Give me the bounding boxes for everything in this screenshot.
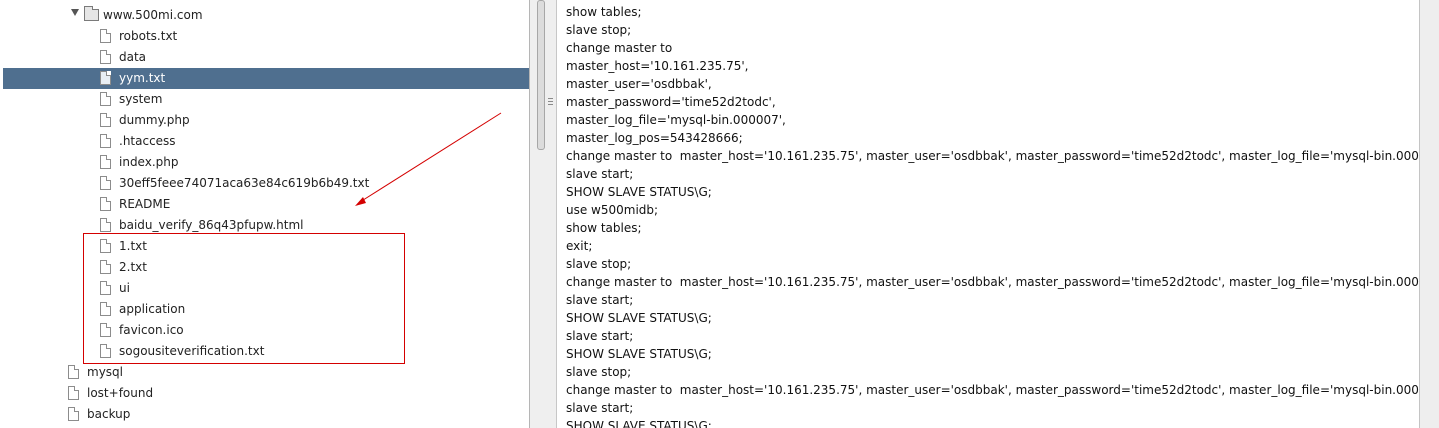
code-line: slave stop;	[566, 257, 632, 271]
code-line: master_log_file='mysql-bin.000007',	[566, 113, 786, 127]
code-line: show tables;	[566, 221, 642, 235]
divider-grip	[548, 101, 553, 102]
code-line: slave stop;	[566, 365, 632, 379]
code-line: SHOW SLAVE STATUS\G;	[566, 347, 712, 361]
file-tree: www.500mi.com robots.txt data yym.txt syste…	[0, 0, 529, 428]
code-line: master_user='osdbbak',	[566, 77, 712, 91]
code-line: change master to master_host='10.161.235…	[566, 149, 1419, 163]
code-line: slave stop;	[566, 23, 632, 37]
divider-grip	[548, 98, 553, 99]
code-line: change master to	[566, 41, 673, 55]
code-line: master_password='time52d2todc',	[566, 95, 776, 109]
code-line: SHOW SLAVE STATUS\G;	[566, 185, 712, 199]
code-line: slave start;	[566, 401, 634, 415]
tree-scrollbar-thumb[interactable]	[537, 0, 545, 150]
code-line: SHOW SLAVE STATUS\G;	[566, 311, 712, 325]
text-editor[interactable]: show tables; slave stop; change master to m…	[557, 0, 1419, 428]
code-line: slave start;	[566, 167, 634, 181]
code-line: master_log_pos=543428666;	[566, 131, 743, 145]
code-line: slave start;	[566, 329, 634, 343]
annotation-arrow	[355, 112, 502, 206]
editor-scrollbar[interactable]	[1419, 0, 1439, 428]
code-line: exit;	[566, 239, 593, 253]
code-line: use w500midb;	[566, 203, 659, 217]
code-line: SHOW SLAVE STATUS\G;	[566, 419, 712, 428]
code-line: slave start;	[566, 293, 634, 307]
code-line: change master to master_host='10.161.235…	[566, 275, 1419, 289]
divider-grip	[548, 104, 553, 105]
code-line: master_host='10.161.235.75',	[566, 59, 749, 73]
code-line: change master to master_host='10.161.235…	[566, 383, 1419, 397]
code-line: show tables;	[566, 5, 642, 19]
